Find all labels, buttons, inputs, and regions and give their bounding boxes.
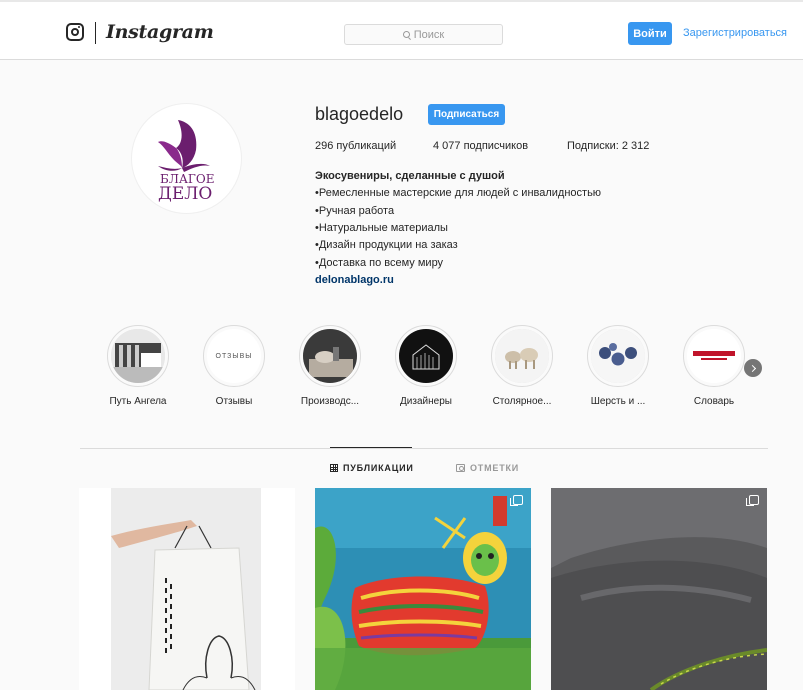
highlight-cover-image xyxy=(111,329,165,383)
bio-line: •Ремесленные мастерские для людей с инва… xyxy=(315,187,602,199)
tab-posts[interactable]: ПУБЛИКАЦИИ xyxy=(330,463,414,473)
post-thumbnail[interactable] xyxy=(315,488,531,690)
profile-avatar[interactable]: БЛАГОЕ ДЕЛО xyxy=(131,103,242,214)
tab-posts-label: ПУБЛИКАЦИИ xyxy=(343,463,414,473)
highlight-cover-image xyxy=(495,329,549,383)
highlight-label: Столярное... xyxy=(492,396,552,407)
highlight-item[interactable]: Столярное... xyxy=(482,325,562,407)
follow-button[interactable]: Подписаться xyxy=(428,104,505,125)
followers-count[interactable]: 4 077 подписчиков xyxy=(433,140,528,152)
instagram-glyph-icon[interactable] xyxy=(66,23,84,41)
login-button[interactable]: Войти xyxy=(628,22,672,45)
highlight-item[interactable]: Дизайнеры xyxy=(386,325,466,407)
carousel-icon xyxy=(510,495,523,506)
bio-line: •Доставка по всему миру xyxy=(315,257,444,269)
signup-link[interactable]: Зарегистрироваться xyxy=(683,27,787,39)
highlight-cover-image xyxy=(399,329,453,383)
highlight-cover-image: ОТЗЫВЫ xyxy=(207,329,261,383)
svg-text:ДЕЛО: ДЕЛО xyxy=(158,184,212,204)
highlight-item[interactable]: Шерсть и ... xyxy=(578,325,658,407)
highlight-cover-image xyxy=(591,329,645,383)
website-link[interactable]: delonablago.ru xyxy=(315,274,394,286)
search-placeholder: Поиск xyxy=(413,28,445,41)
highlight-item[interactable]: ОТЗЫВЫ Отзывы xyxy=(194,325,274,407)
post-thumbnail[interactable] xyxy=(79,488,295,690)
highlight-label: Дизайнеры xyxy=(400,396,452,407)
instagram-wordmark[interactable]: Instagram xyxy=(106,21,214,43)
top-nav-bar: Instagram Поиск Войти Зарегистрироваться xyxy=(0,0,803,60)
tabs-divider xyxy=(80,448,768,449)
highlights-next-arrow-icon[interactable] xyxy=(744,359,762,377)
bio-line: •Натуральные материалы xyxy=(315,222,448,234)
search-input[interactable]: Поиск xyxy=(344,24,503,45)
tagged-icon xyxy=(456,464,465,472)
post-image xyxy=(315,488,531,690)
search-icon xyxy=(402,31,410,38)
highlight-label: Производс... xyxy=(300,396,360,407)
highlight-item[interactable]: Путь Ангела xyxy=(98,325,178,407)
highlight-item[interactable]: Словарь xyxy=(674,325,754,407)
bio-line: •Ручная работа xyxy=(315,205,395,217)
tab-tagged-label: ОТМЕТКИ xyxy=(470,463,520,473)
active-tab-indicator xyxy=(330,447,412,448)
following-count[interactable]: Подписки: 2 312 xyxy=(567,140,649,152)
highlight-label: Путь Ангела xyxy=(109,396,167,407)
logo-divider xyxy=(95,22,96,44)
highlight-item[interactable]: Производс... xyxy=(290,325,370,407)
highlight-cover-image xyxy=(687,329,741,383)
posts-count: 296 публикаций xyxy=(315,140,397,152)
post-image xyxy=(79,488,295,690)
grid-icon xyxy=(330,464,338,472)
profile-username: blagoedelo xyxy=(315,104,404,124)
post-thumbnail[interactable] xyxy=(551,488,767,690)
highlight-cover-image xyxy=(303,329,357,383)
post-image xyxy=(551,488,767,690)
highlight-label: Шерсть и ... xyxy=(590,396,646,407)
tab-tagged[interactable]: ОТМЕТКИ xyxy=(456,463,519,473)
highlight-label: Отзывы xyxy=(215,396,253,407)
highlight-label: Словарь xyxy=(693,396,735,407)
carousel-icon xyxy=(746,495,759,506)
bio-line: •Дизайн продукции на заказ xyxy=(315,239,458,251)
blagoe-delo-logo: БЛАГОЕ ДЕЛО xyxy=(158,120,214,204)
bio-title: Экосувениры, сделанные с душой xyxy=(315,170,505,182)
